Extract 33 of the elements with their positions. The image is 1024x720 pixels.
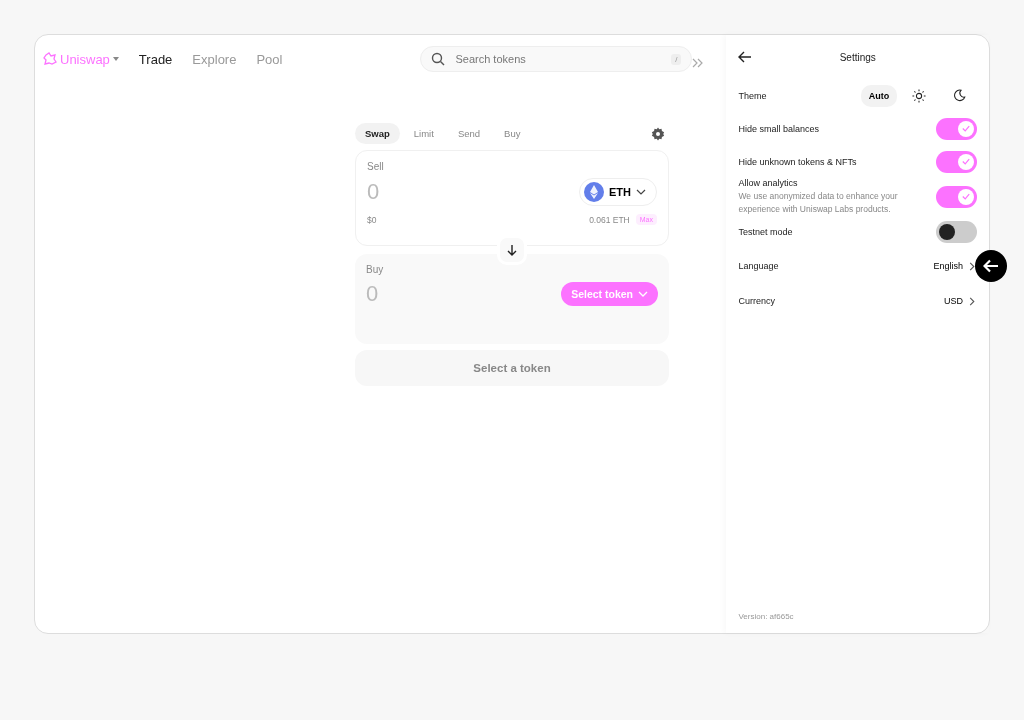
setting-label: Theme [738, 90, 767, 101]
setting-label: Hide unknown tokens & NFTs [738, 156, 858, 167]
setting-label: Testnet mode [738, 227, 794, 237]
nav-link[interactable]: Pool [256, 51, 283, 67]
swap-tab[interactable]: Buy [494, 123, 531, 144]
setting-value-link[interactable]: USD [942, 296, 977, 306]
setting-label: Hide small balances [738, 123, 820, 134]
balance-text: 0.061 ETH [589, 214, 630, 225]
nav-link[interactable]: Explore [192, 51, 237, 67]
token-selector[interactable]: ETH [579, 178, 657, 206]
shortcut-key: / [671, 53, 682, 65]
brand-menu[interactable]: Uniswap [43, 51, 119, 67]
settings-title: Settings [839, 51, 876, 63]
select-token-action-button[interactable]: Select a token [355, 350, 669, 386]
usd-value: $0 [367, 214, 377, 225]
panel-label: Sell [367, 161, 385, 172]
search-input[interactable]: Search tokens [453, 52, 664, 66]
search-bar[interactable]: Search tokens / [420, 46, 693, 72]
swap-tab[interactable]: Limit [403, 123, 444, 144]
nav-link[interactable]: Trade [138, 51, 173, 67]
setting-description: We use anonymized data to enhance your experience with Uniswap Labs products. [738, 190, 899, 216]
theme-option[interactable]: Auto [861, 84, 897, 107]
panel-label: Buy [366, 264, 385, 275]
setting-label: Allow analytics [738, 178, 799, 188]
swap-tab[interactable]: Send [447, 123, 491, 144]
amount-input[interactable]: 0 [367, 179, 380, 205]
select-token-button[interactable]: Select token [561, 282, 658, 306]
version-text: Version: af665c [738, 612, 795, 621]
setting-label: Currency [738, 296, 776, 306]
setting-value-link[interactable]: English [931, 261, 977, 271]
setting-label: Language [738, 261, 780, 271]
swap-tab[interactable]: Swap [355, 123, 400, 144]
brand-name: Uniswap [60, 51, 110, 67]
